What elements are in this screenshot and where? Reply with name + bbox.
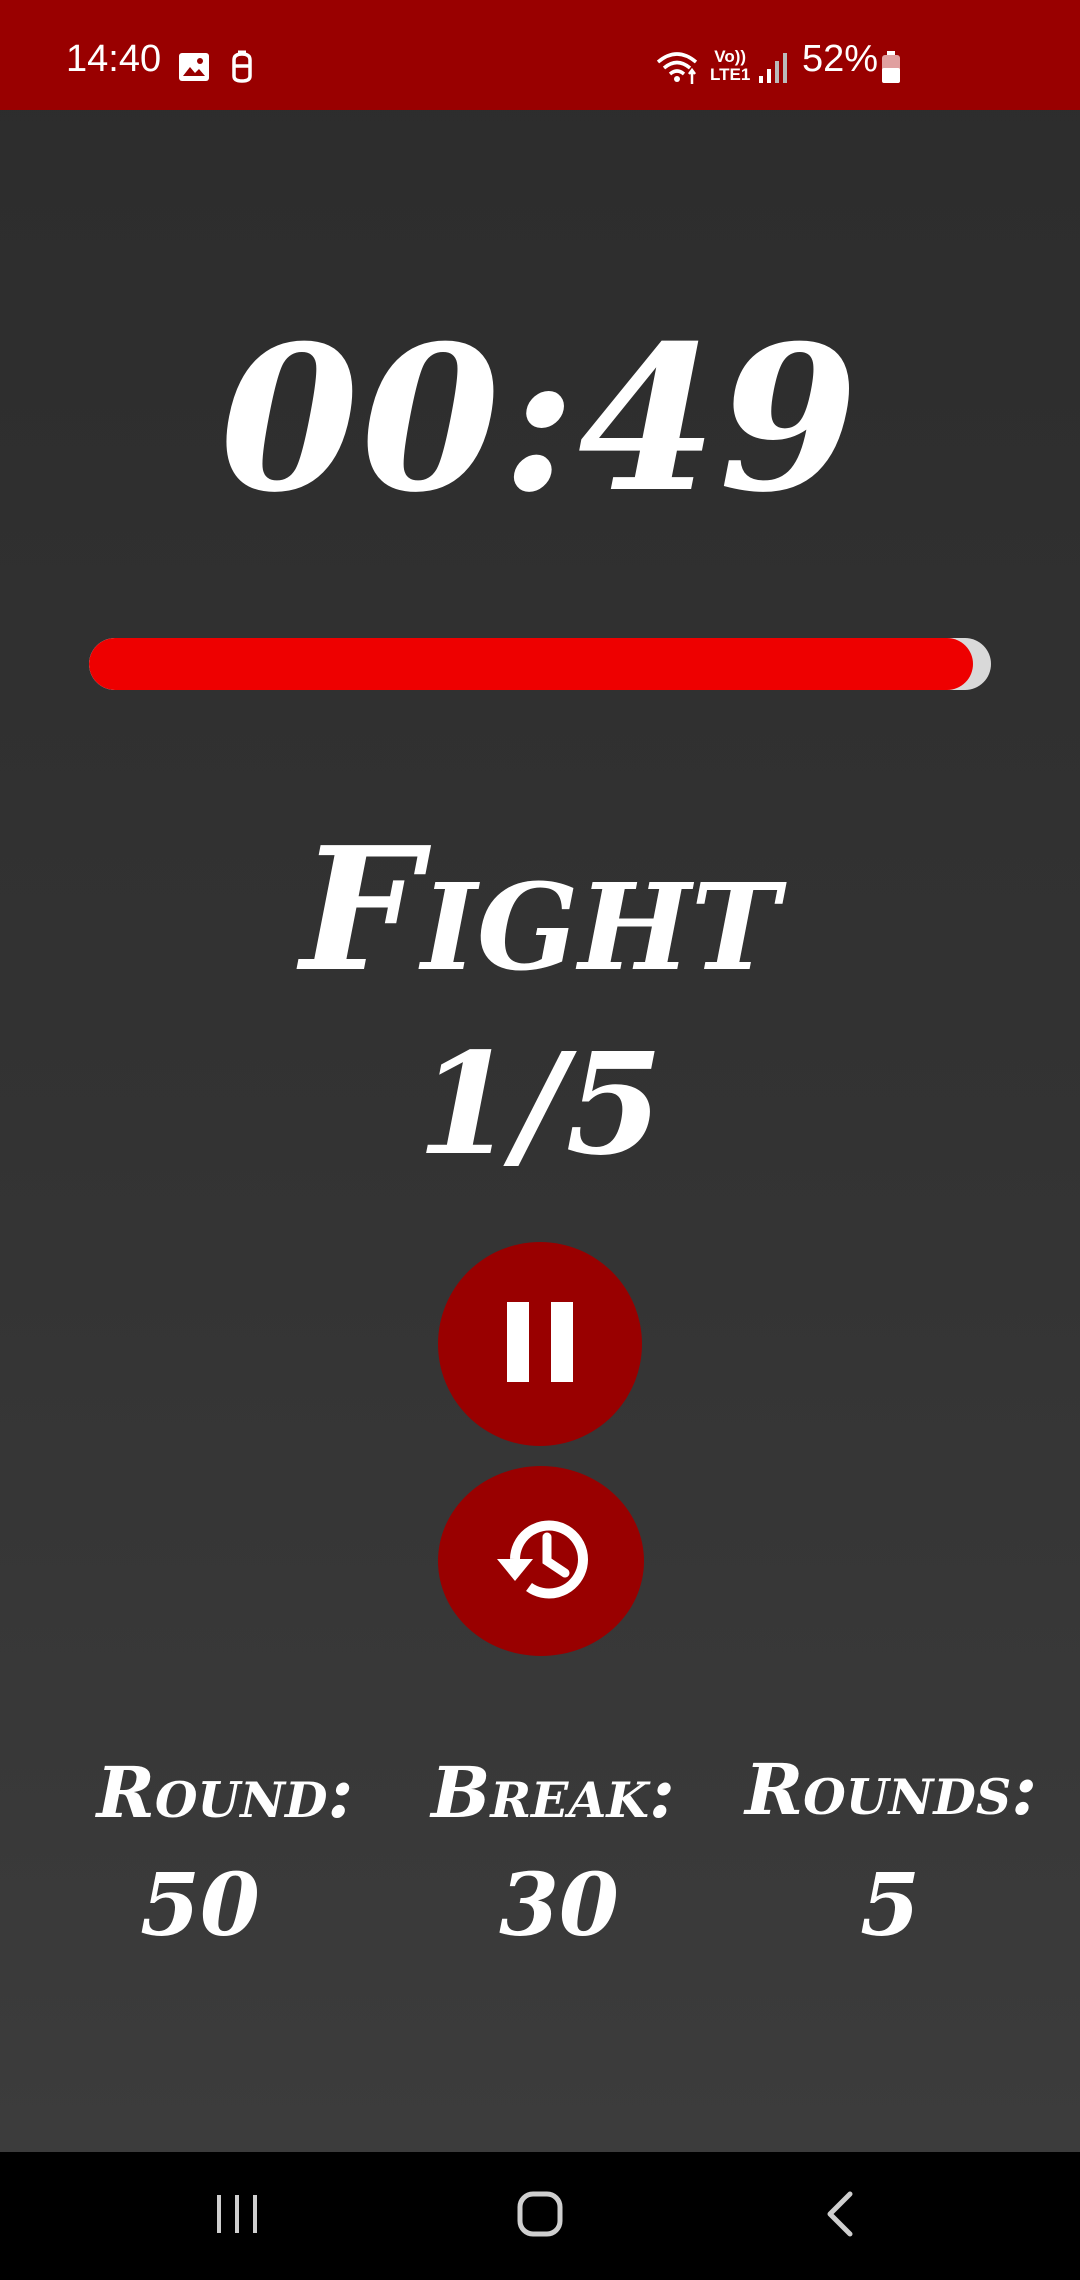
- battery-level: 52%: [802, 38, 879, 80]
- pause-button[interactable]: [438, 1242, 642, 1446]
- status-time: 14:40: [66, 38, 162, 80]
- home-button[interactable]: [490, 2176, 590, 2256]
- round-duration-value: 50: [140, 1855, 260, 1956]
- status-bar: 14:40 Vo)) LTE1 52%: [0, 0, 1080, 110]
- recents-button[interactable]: [187, 2176, 287, 2256]
- navigation-bar: [0, 2152, 1080, 2280]
- rounds-total-value: 5: [860, 1855, 920, 1956]
- notification-icon: [228, 50, 256, 88]
- recents-icon: [214, 2192, 260, 2240]
- pause-icon: [505, 1300, 575, 1388]
- round-counter: 1/5: [417, 1023, 663, 1187]
- break-duration-label: Break:: [431, 1751, 675, 1834]
- back-icon: [824, 2190, 856, 2242]
- wifi-icon: [656, 50, 698, 90]
- rounds-total-label: Rounds:: [745, 1748, 1038, 1831]
- timer-display: 00:49: [219, 302, 861, 537]
- history-icon: [485, 1509, 597, 1613]
- round-duration-label: Round:: [96, 1751, 354, 1834]
- screen: 14:40 Vo)) LTE1 52% 00:49 Fight 1/5 Roun…: [0, 0, 1080, 2280]
- reset-button[interactable]: [438, 1466, 644, 1656]
- network-type: Vo)) LTE1: [710, 47, 751, 84]
- battery-icon: [880, 50, 902, 88]
- round-progress-bar: [89, 638, 991, 690]
- round-progress-fill: [89, 638, 973, 690]
- phase-label: Fight: [300, 810, 780, 1010]
- gallery-icon: [178, 52, 210, 86]
- break-duration-value: 30: [499, 1855, 619, 1956]
- signal-icon: [758, 50, 788, 88]
- back-button[interactable]: [790, 2176, 890, 2256]
- home-icon: [516, 2190, 564, 2242]
